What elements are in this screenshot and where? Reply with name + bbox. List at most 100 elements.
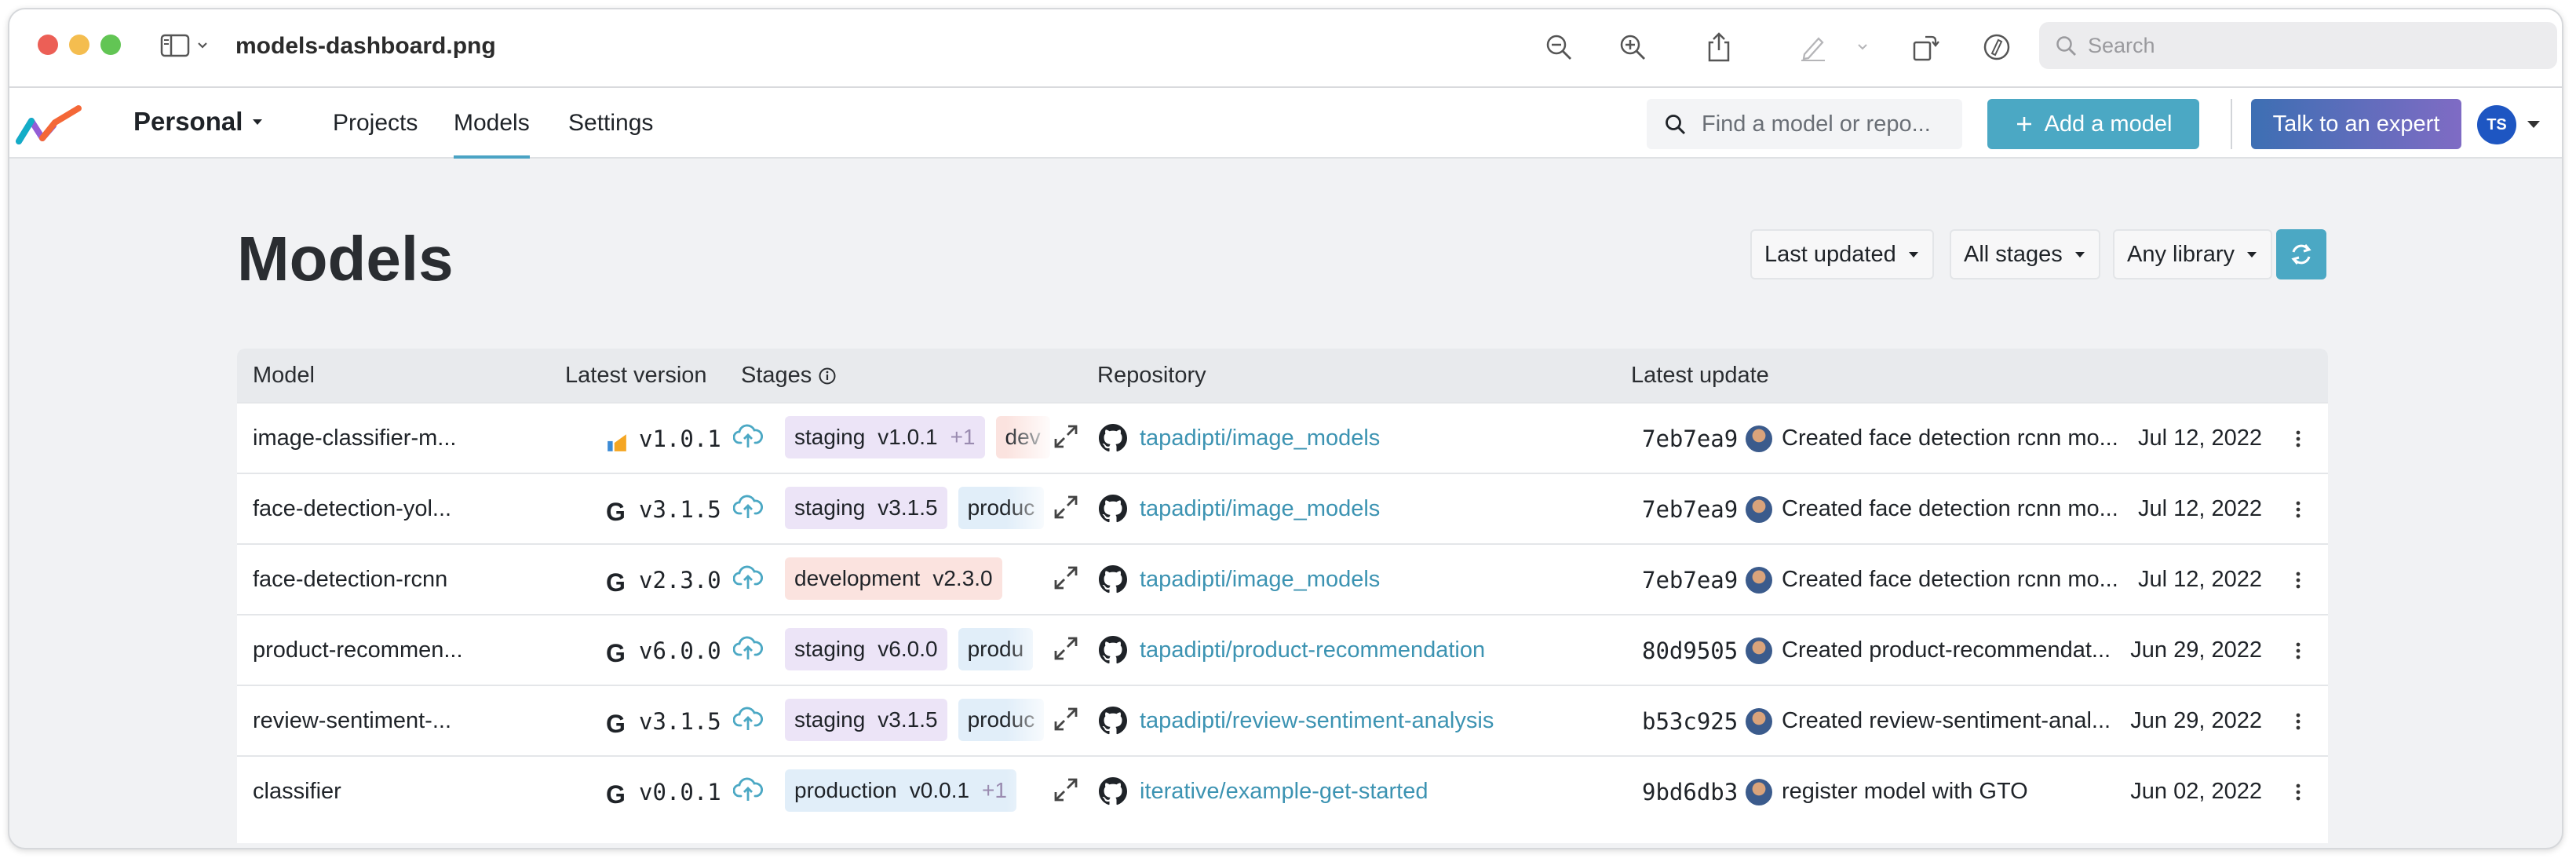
expand-icon[interactable] xyxy=(1052,422,1080,451)
commit-hash[interactable]: 7eb7ea9 xyxy=(1642,496,1738,523)
info-icon[interactable] xyxy=(818,367,837,385)
stage-version: v6.0.0 xyxy=(878,637,938,661)
workspace-selector[interactable]: Personal xyxy=(133,107,265,137)
model-name[interactable]: face-detection-rcnn xyxy=(253,567,447,593)
stage-name: production xyxy=(794,778,897,802)
repository-link[interactable]: tapadipti/product-recommendation xyxy=(1140,637,1485,663)
logo[interactable] xyxy=(14,102,85,153)
more-options-icon[interactable] xyxy=(2293,426,2303,452)
zoom-window-button[interactable] xyxy=(100,35,121,55)
model-search-input[interactable]: Find a model or repo... xyxy=(1647,99,1962,149)
nav-models[interactable]: Models xyxy=(454,110,530,159)
expand-icon[interactable] xyxy=(1052,493,1080,521)
stage-badge[interactable]: staging v1.0.1 +1 xyxy=(785,416,985,458)
commit-hash[interactable]: 9bd6db3 xyxy=(1642,779,1738,805)
stage-badge[interactable]: development v2.3.0 xyxy=(785,557,1002,600)
expand-icon[interactable] xyxy=(1052,776,1080,804)
annotate-button[interactable] xyxy=(1981,31,2012,63)
commit-hash[interactable]: b53c925 xyxy=(1642,708,1738,735)
close-window-button[interactable] xyxy=(38,35,58,55)
add-model-button[interactable]: Add a model xyxy=(1987,99,2199,149)
more-options-icon[interactable] xyxy=(2293,496,2303,523)
zoom-in-button[interactable] xyxy=(1617,31,1648,63)
share-button[interactable] xyxy=(1703,31,1735,63)
zoom-out-button[interactable] xyxy=(1543,31,1574,63)
update-date: Jun 29, 2022 xyxy=(2130,708,2262,733)
column-header-stages-label: Stages xyxy=(741,363,812,388)
table-row[interactable]: face-detection-rcnn G v2.3.0 development… xyxy=(237,543,2328,614)
expand-icon[interactable] xyxy=(1052,634,1080,663)
talk-to-expert-button[interactable]: Talk to an expert xyxy=(2251,99,2461,149)
workspace-label: Personal xyxy=(133,107,243,136)
nav-settings[interactable]: Settings xyxy=(568,110,653,137)
expand-icon[interactable] xyxy=(1052,705,1080,733)
commit-message: Created face detection rcnn mo... xyxy=(1782,496,2118,521)
author-avatar xyxy=(1746,496,1772,523)
commit-hash[interactable]: 80d9505 xyxy=(1642,637,1738,664)
model-name[interactable]: image-classifier-m... xyxy=(253,426,456,451)
repository-link[interactable]: tapadipti/image_models xyxy=(1140,496,1380,522)
minimize-window-button[interactable] xyxy=(69,35,89,55)
stage-version: v1.0.1 xyxy=(878,425,938,449)
sidebar-toggle-button[interactable] xyxy=(160,33,209,58)
markup-menu-button[interactable] xyxy=(1854,31,1871,63)
model-name[interactable]: product-recommen... xyxy=(253,637,463,663)
stage-badge[interactable]: production v0.0.1 +1 xyxy=(785,769,1016,812)
plus-icon xyxy=(2016,117,2031,131)
stage-version: v3.1.5 xyxy=(878,707,938,732)
library-g-icon: G xyxy=(606,498,626,526)
table-row[interactable]: review-sentiment-... G v3.1.5 staging v3… xyxy=(237,685,2328,755)
model-name[interactable]: review-sentiment-... xyxy=(253,708,451,734)
logo-icon xyxy=(16,105,82,144)
app-navbar: Personal Projects Models Settings Find a… xyxy=(9,88,2562,159)
repository-link[interactable]: tapadipti/image_models xyxy=(1140,567,1380,593)
cloud-upload-icon xyxy=(733,565,763,589)
library-filter-dropdown[interactable]: Any library xyxy=(2113,229,2272,279)
model-name[interactable]: classifier xyxy=(253,779,341,805)
more-options-icon[interactable] xyxy=(2293,567,2303,594)
stage-badge[interactable]: staging v3.1.5 xyxy=(785,699,947,741)
repository-link[interactable]: tapadipti/image_models xyxy=(1140,426,1380,451)
model-version: v0.0.1 xyxy=(639,779,721,805)
refresh-button[interactable] xyxy=(2276,229,2326,279)
more-options-icon[interactable] xyxy=(2293,637,2303,664)
github-icon xyxy=(1099,495,1127,523)
repository-link[interactable]: iterative/example-get-started xyxy=(1140,779,1428,805)
more-options-icon[interactable] xyxy=(2293,779,2303,805)
cloud-upload-icon xyxy=(733,777,763,801)
commit-hash[interactable]: 7eb7ea9 xyxy=(1642,426,1738,452)
model-version: v6.0.0 xyxy=(639,637,721,664)
column-header-version: Latest version xyxy=(565,363,707,388)
expand-icon[interactable] xyxy=(1052,564,1080,592)
user-menu-button[interactable] xyxy=(2526,118,2541,134)
window-search-field[interactable]: Search xyxy=(2039,22,2557,69)
refresh-icon xyxy=(2291,244,2311,265)
model-name[interactable]: face-detection-yol... xyxy=(253,496,451,522)
update-date: Jul 12, 2022 xyxy=(2137,567,2262,592)
model-search-placeholder: Find a model or repo... xyxy=(1702,111,1931,137)
user-avatar[interactable]: TS xyxy=(2477,105,2516,144)
sort-dropdown[interactable]: Last updated xyxy=(1750,229,1934,279)
table-row[interactable]: classifier G v0.0.1 production v0.0.1 +1 xyxy=(237,755,2328,826)
table-row[interactable]: face-detection-yol... G v3.1.5 staging v… xyxy=(237,473,2328,543)
nav-projects[interactable]: Projects xyxy=(333,110,418,137)
author-avatar xyxy=(1746,708,1772,735)
rotate-button[interactable] xyxy=(1909,31,1940,63)
author-avatar xyxy=(1746,567,1772,594)
table-row[interactable]: image-classifier-m... v1.0.1 staging v1.… xyxy=(237,402,2328,473)
repository-link[interactable]: tapadipti/review-sentiment-analysis xyxy=(1140,708,1494,734)
commit-hash[interactable]: 7eb7ea9 xyxy=(1642,567,1738,594)
more-options-icon[interactable] xyxy=(2293,708,2303,735)
app-window: models-dashboard.png Search Personal Pro… xyxy=(8,8,2563,849)
github-icon xyxy=(1099,565,1127,594)
markup-button[interactable] xyxy=(1797,31,1829,63)
update-date: Jul 12, 2022 xyxy=(2137,426,2262,451)
github-icon xyxy=(1099,777,1127,805)
stage-badge[interactable]: staging v3.1.5 xyxy=(785,487,947,529)
zoom-in-icon xyxy=(1620,35,1645,60)
library-g-icon: G xyxy=(606,710,626,738)
stages-filter-dropdown[interactable]: All stages xyxy=(1950,229,2100,279)
stage-name: staging xyxy=(794,425,866,449)
table-row[interactable]: product-recommen... G v6.0.0 staging v6.… xyxy=(237,614,2328,685)
stage-badge[interactable]: staging v6.0.0 xyxy=(785,628,947,670)
